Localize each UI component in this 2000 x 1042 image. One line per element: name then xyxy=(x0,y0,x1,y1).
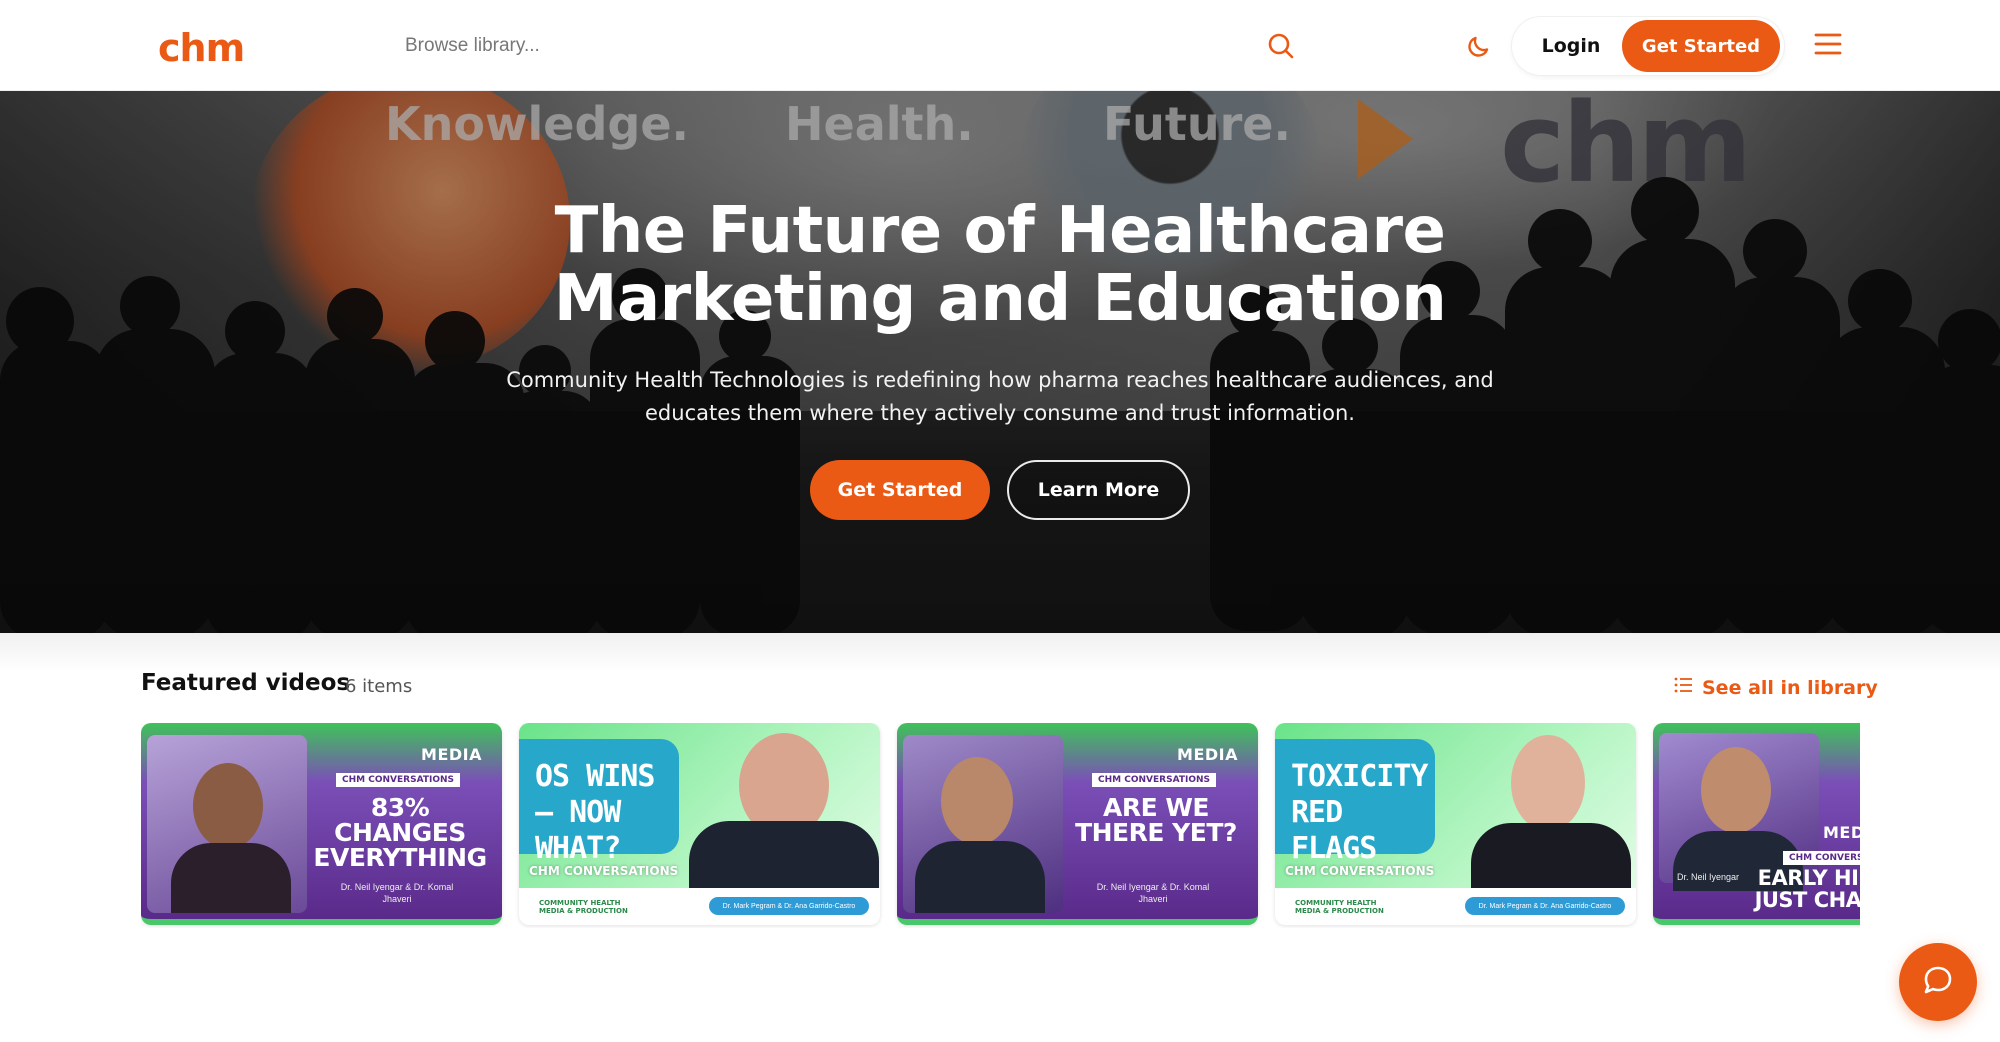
conversations-tag: CHM CONVERSATIONS xyxy=(1092,773,1216,787)
speaker-names-pill: Dr. Mark Pegram & Dr. Ana Garrido-Castro xyxy=(709,897,869,915)
card-byline: Dr. Neil Iyengar & Dr. Komal Jhaveri xyxy=(340,882,454,904)
media-brand-logo: MEDI xyxy=(1823,823,1860,842)
card-byline: Dr. Neil Iyengar & Dr. Komal Jhaveri xyxy=(1096,882,1210,904)
speaker-body xyxy=(915,841,1045,913)
card-headline: 83% CHANGES EVERYTHING xyxy=(313,793,487,872)
hero-learn-more-button[interactable]: Learn More xyxy=(1007,460,1190,520)
hero-title: The Future of Healthcare Marketing and E… xyxy=(400,197,1600,333)
see-all-in-library-link[interactable]: See all in library xyxy=(1674,676,1878,699)
video-card[interactable]: TOXICITY RED FLAGS CHM CONVERSATIONS COM… xyxy=(1275,723,1636,925)
community-health-logo: COMMUNITY HEALTH MEDIA & PRODUCTION xyxy=(539,899,628,915)
community-health-logo: COMMUNITY HEALTH MEDIA & PRODUCTION xyxy=(1295,899,1384,915)
media-brand-logo: MEDIA xyxy=(421,745,482,764)
conversations-tag: CHM CONVERSAT xyxy=(1783,851,1860,865)
speaker-head xyxy=(193,763,263,849)
speaker-body xyxy=(689,821,879,891)
hero-title-line: The Future of Healthcare xyxy=(554,194,1446,268)
get-started-button[interactable]: Get Started xyxy=(1622,20,1780,72)
conversations-tag: CHM CONVERSATIONS xyxy=(529,864,679,878)
hero-bottom-shadow xyxy=(0,633,2000,673)
hero-subtitle-line: educates them where they actively consum… xyxy=(645,401,1355,425)
hero-subtitle-line: Community Health Technologies is redefin… xyxy=(506,368,1494,392)
speaker-head xyxy=(941,757,1013,845)
chat-button[interactable] xyxy=(1899,943,1977,1021)
card-headline: TOXICITY RED FLAGS xyxy=(1291,759,1429,866)
speaker-head xyxy=(1511,735,1585,831)
video-card[interactable]: MEDIA CHM CONVERSATIONS 83% CHANGES EVER… xyxy=(141,723,502,925)
library-search-input[interactable] xyxy=(395,24,1295,68)
speaker-head xyxy=(1701,747,1771,833)
speaker-names-pill: Dr. Mark Pegram & Dr. Ana Garrido-Castro xyxy=(1465,897,1625,915)
list-icon xyxy=(1674,676,1694,699)
hero-get-started-button[interactable]: Get Started xyxy=(810,460,990,520)
card-headline: ARE WE THERE YET? xyxy=(1075,793,1237,847)
hero-subtitle: Community Health Technologies is redefin… xyxy=(460,364,1540,430)
conversations-tag: CHM CONVERSATIONS xyxy=(1285,864,1435,878)
card-headline: EARLY HI JUST CHA xyxy=(1754,866,1860,912)
hero-title-line: Marketing and Education xyxy=(553,262,1447,336)
search-icon[interactable] xyxy=(1265,30,1297,62)
card-headline: OS WINS – NOW WHAT? xyxy=(535,759,655,866)
media-brand-logo: MEDIA xyxy=(1177,745,1238,764)
video-card[interactable]: OS WINS – NOW WHAT? CHM CONVERSATIONS CO… xyxy=(519,723,880,925)
moon-icon[interactable] xyxy=(1458,25,1500,67)
chat-bubble-icon xyxy=(1921,963,1955,1002)
login-button[interactable]: Login xyxy=(1524,20,1618,72)
hero-dim-overlay xyxy=(0,91,2000,633)
featured-videos-heading: Featured videos xyxy=(141,670,351,696)
conversations-tag: CHM CONVERSATIONS xyxy=(336,773,460,787)
featured-item-count: 6 items xyxy=(345,676,413,697)
featured-videos-carousel: MEDIA CHM CONVERSATIONS 83% CHANGES EVER… xyxy=(141,723,1860,928)
speaker-body xyxy=(171,843,291,913)
video-card[interactable]: MEDIA CHM CONVERSATIONS ARE WE THERE YET… xyxy=(897,723,1258,925)
see-all-label: See all in library xyxy=(1702,676,1878,699)
hero-banner: Knowledge. Health. Future. chm The Futur… xyxy=(0,91,2000,633)
speaker-body xyxy=(1471,823,1631,891)
chm-logo[interactable]: chm xyxy=(158,26,245,70)
hamburger-menu-icon[interactable] xyxy=(1813,31,1843,57)
video-card[interactable]: MEDI CHM CONVERSAT Dr. Neil Iyengar EARL… xyxy=(1653,723,1860,925)
top-navigation-bar: chm Login Get Started xyxy=(0,0,2000,91)
